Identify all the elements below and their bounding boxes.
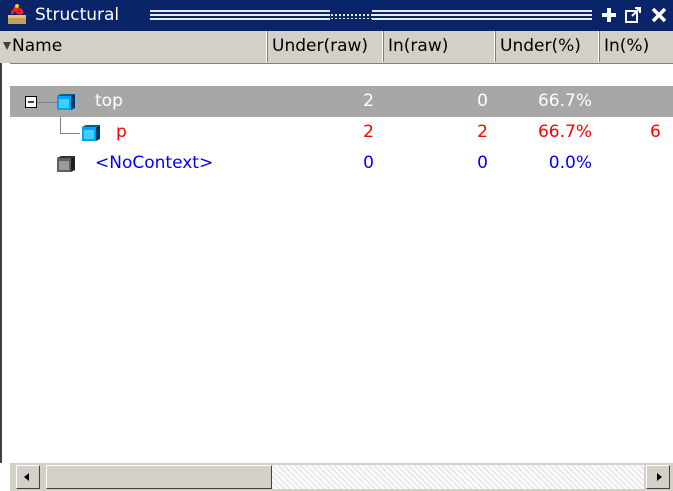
arrow-left-icon — [24, 473, 29, 481]
column-label: Under(raw) — [272, 36, 369, 56]
scroll-left-button[interactable] — [16, 465, 40, 489]
cell-under-raw: 2 — [363, 122, 374, 142]
cell-under-pct: 66.7% — [537, 122, 592, 142]
row-name: top — [95, 91, 123, 111]
cell-in-raw: 0 — [477, 153, 488, 173]
cell-under-raw: 0 — [363, 153, 374, 173]
column-header-under-pct[interactable]: Under(%) — [496, 31, 600, 62]
horizontal-scrollbar[interactable] — [10, 463, 673, 491]
add-view-icon[interactable] — [600, 6, 618, 24]
title-grip-line — [150, 10, 330, 12]
title-grip-line — [150, 18, 330, 20]
cell-in-pct — [600, 86, 673, 117]
column-header-under-raw[interactable]: Under(raw) — [268, 31, 384, 62]
arrow-right-icon — [657, 473, 662, 481]
column-label: Name — [12, 36, 63, 56]
drag-handle-icon[interactable] — [330, 13, 372, 19]
scroll-thumb[interactable] — [46, 465, 272, 489]
panel-titlebar[interactable]: Structural — [0, 0, 673, 31]
collapse-icon[interactable] — [25, 96, 37, 108]
title-grip-line — [150, 14, 330, 16]
tree-connector — [60, 133, 80, 134]
cell-in-pct — [600, 148, 673, 179]
column-header-in-raw[interactable]: In(raw) — [384, 31, 496, 62]
context-node-icon — [57, 94, 75, 115]
table-row[interactable]: p 2 2 66.7% 6 — [10, 117, 673, 148]
tree-connector — [60, 117, 61, 133]
cell-in-raw: 2 — [477, 122, 488, 142]
title-grip-line — [372, 14, 592, 16]
close-icon[interactable] — [650, 6, 668, 24]
app-icon — [6, 3, 28, 27]
column-header-name[interactable]: Name — [0, 31, 268, 62]
panel-left-border — [0, 63, 10, 463]
column-label: In(raw) — [388, 36, 449, 56]
tree-table: top 2 0 66.7% p 2 2 66.7% 6 <NoContext> … — [10, 86, 673, 456]
context-node-icon — [82, 125, 100, 146]
table-row[interactable]: top 2 0 66.7% — [10, 86, 673, 117]
column-header-in-pct[interactable]: In(%) — [600, 31, 673, 62]
no-context-icon — [57, 156, 75, 177]
undock-icon[interactable] — [624, 6, 642, 24]
scroll-track[interactable] — [272, 465, 644, 489]
cell-under-pct: 0.0% — [548, 153, 592, 173]
cell-in-raw: 0 — [477, 91, 488, 111]
column-label: Under(%) — [500, 36, 581, 56]
panel-title: Structural — [35, 5, 120, 25]
title-grip-line — [372, 10, 592, 12]
sort-indicator-icon — [3, 42, 11, 50]
column-label: In(%) — [604, 36, 650, 56]
column-header: Name Under(raw) In(raw) Under(%) In(%) — [0, 31, 673, 64]
cell-under-raw: 2 — [363, 91, 374, 111]
table-row[interactable]: <NoContext> 0 0 0.0% — [10, 148, 673, 179]
cell-in-pct: 6 — [650, 122, 661, 142]
cell-under-pct: 66.7% — [537, 91, 592, 111]
title-grip-line — [372, 18, 592, 20]
row-name: <NoContext> — [95, 153, 214, 173]
row-name: p — [116, 122, 127, 142]
scroll-right-button[interactable] — [646, 465, 670, 489]
tree-connector — [37, 102, 57, 103]
